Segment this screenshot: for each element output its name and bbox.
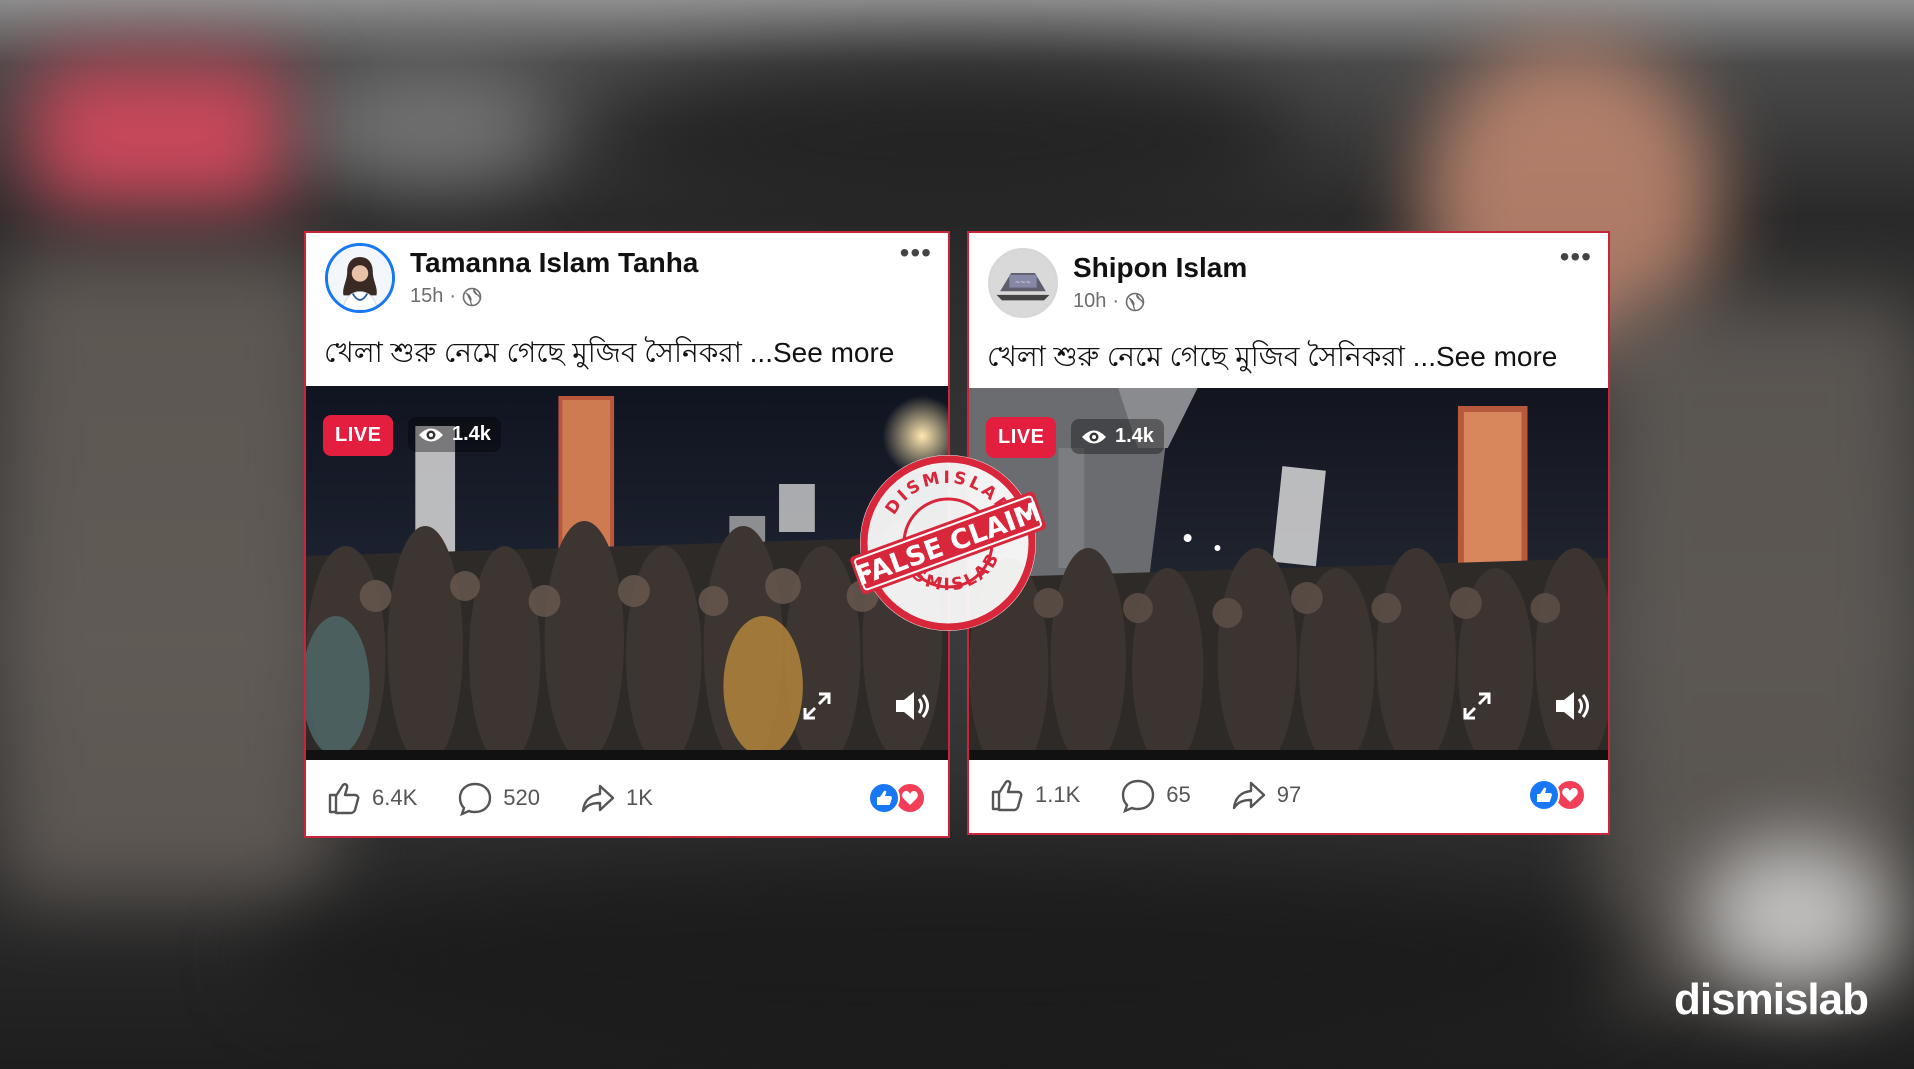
like-button[interactable]: 1.1K: [989, 777, 1080, 813]
eye-icon: [1082, 430, 1106, 443]
facebook-post-2: ~~~ Shipon Islam 10h · ••• খেলা শুরু নেম…: [967, 231, 1610, 835]
globe-icon: [462, 287, 482, 306]
video-frame: [969, 388, 1608, 760]
false-claim-stamp: DISMISLAB DISMISLAB FALSE CLAIM: [850, 455, 1046, 631]
post-meta: 10h ·: [1073, 290, 1145, 313]
viewer-count: 1.4k: [408, 417, 501, 452]
comment-count: 65: [1166, 782, 1191, 807]
live-video[interactable]: LIVE 1.4k: [969, 388, 1608, 760]
share-count: 97: [1276, 782, 1302, 807]
post-caption: খেলা শুরু নেমে গেছে মুজিব সৈনিকরা ...See…: [987, 341, 1558, 372]
author-name[interactable]: Tamanna Islam Tanha: [410, 247, 698, 279]
meta-dot: ·: [1112, 290, 1120, 312]
post-caption: খেলা শুরু নেমে গেছে মুজিব সৈনিকরা ...See…: [324, 337, 895, 368]
expand-icon[interactable]: [1461, 690, 1493, 722]
avatar[interactable]: [325, 243, 395, 313]
share-count: 1K: [625, 785, 653, 810]
live-badge: LIVE: [323, 415, 394, 456]
sound-icon[interactable]: [892, 686, 932, 726]
post-meta: 15h ·: [410, 285, 482, 308]
dismislab-logo: dismislab: [1674, 975, 1869, 1024]
post-time[interactable]: 10h: [1073, 290, 1106, 313]
like-reaction-icon: [1528, 779, 1560, 811]
avatar[interactable]: ~~~: [988, 248, 1058, 318]
comment-icon: [459, 782, 492, 816]
comment-icon: [1122, 779, 1155, 813]
viewer-count-label: 1.4k: [1115, 425, 1154, 447]
share-button[interactable]: 1K: [580, 780, 653, 816]
like-button[interactable]: 6.4K: [326, 780, 417, 816]
reaction-summary[interactable]: [1528, 779, 1588, 811]
meta-dot: ·: [449, 285, 457, 307]
post-actions: 6.4K 520 1K: [306, 760, 948, 836]
sound-icon[interactable]: [1552, 686, 1592, 726]
globe-icon: [1125, 292, 1145, 311]
comment-button[interactable]: 65: [1120, 777, 1191, 813]
share-icon: [581, 784, 615, 813]
post-actions: 1.1K 65 97: [969, 757, 1608, 833]
like-count: 1.1K: [1035, 782, 1081, 807]
like-icon: [991, 780, 1023, 812]
like-count: 6.4K: [372, 785, 418, 810]
comment-count: 520: [503, 785, 540, 810]
eye-icon: [419, 428, 443, 441]
more-options-icon[interactable]: •••: [1560, 243, 1592, 271]
svg-text:~~~: ~~~: [1015, 278, 1031, 286]
author-name[interactable]: Shipon Islam: [1073, 252, 1247, 284]
share-button[interactable]: 97: [1231, 777, 1301, 813]
reaction-summary[interactable]: [868, 782, 928, 814]
more-options-icon[interactable]: •••: [900, 239, 932, 267]
viewer-count-label: 1.4k: [452, 423, 491, 445]
viewer-count: 1.4k: [1071, 419, 1164, 454]
comment-button[interactable]: 520: [457, 780, 540, 816]
post-time[interactable]: 15h: [410, 285, 443, 308]
share-icon: [1232, 781, 1265, 810]
expand-icon[interactable]: [801, 690, 833, 722]
like-icon: [328, 783, 360, 815]
like-reaction-icon: [868, 782, 900, 814]
